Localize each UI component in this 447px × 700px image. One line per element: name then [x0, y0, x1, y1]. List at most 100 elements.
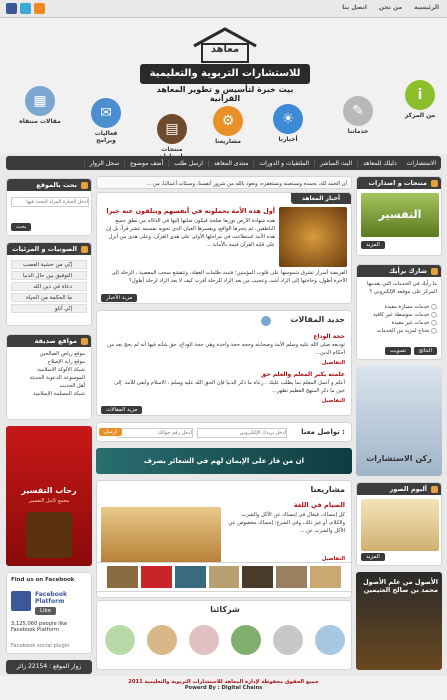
book-image	[26, 512, 72, 558]
header-link-services[interactable]: ✎ خدماتنا	[336, 96, 380, 135]
nav-item-add-topic[interactable]: أضف موضوع	[124, 159, 168, 167]
audio-item[interactable]: إنّي أتلو	[11, 304, 87, 313]
contact-send-button[interactable]: ارسل	[99, 428, 122, 436]
nav-item-send-request[interactable]: ارسل طلب	[168, 159, 208, 167]
header-link-events[interactable]: ✉ فعاليات وبرامج	[84, 98, 128, 144]
article-more-link[interactable]: التفاصيل	[322, 359, 345, 367]
partner-logo[interactable]	[231, 625, 261, 655]
nav-item-live[interactable]: البث المباشر	[314, 159, 357, 167]
contact-email-input[interactable]	[197, 428, 287, 438]
pen-icon: ✎	[343, 96, 373, 126]
photo-album-image[interactable]	[361, 499, 439, 551]
search-button[interactable]: بحث	[11, 223, 32, 231]
tafsir-ad[interactable]: رحاب التفسير مجمع كامل التفسير	[6, 426, 92, 566]
top-links: اتصل بنا من نحن الرئيسية	[342, 4, 439, 11]
project-thumbnail[interactable]	[140, 566, 172, 588]
friend-sites-title: مواقع صديقة	[7, 335, 91, 347]
article-more-link[interactable]: التفاصيل	[322, 397, 345, 405]
poll-option[interactable]: ◯ خدمات ممتازة مفيدة	[359, 303, 438, 311]
gear-icon: ⚙	[213, 106, 243, 136]
nav-item-guide[interactable]: دليلك للمعاهد	[357, 159, 402, 167]
friend-site-link[interactable]: أهل الحديث	[13, 382, 85, 390]
project-thumbnail[interactable]	[208, 566, 240, 588]
friend-site-link[interactable]: شبكة المسلمة الإسلامية	[13, 390, 85, 398]
poll-option[interactable]: ◯ خدمات غير مفيدة	[359, 319, 438, 327]
footer: جميع الحقوق محفوظة لإدارة المعاهد للاستش…	[0, 676, 447, 700]
logo-banner[interactable]: للاستشارات التربوية والتعليمية	[140, 64, 310, 84]
project-thumbnail[interactable]	[242, 566, 274, 588]
audio-item[interactable]: التوفيق بين حال الدنيا	[11, 271, 87, 280]
contact-box: تواصل معنا : ارسل	[96, 422, 352, 442]
nav-item-courses[interactable]: الملتقيات و الدورات	[253, 159, 314, 167]
header-link-articles[interactable]: ▦ مقالات منتقاه	[18, 86, 62, 125]
poll-vote-button[interactable]: تصويت	[384, 347, 411, 355]
friend-site-link[interactable]: شبكة الألوكة الاسلامية	[13, 366, 85, 374]
rss-icon[interactable]	[34, 3, 45, 14]
book-ad[interactable]: الأصول من علم الأصول محمد بن صالح العثيم…	[356, 572, 442, 670]
article-title[interactable]: حجة الوداع	[105, 333, 345, 341]
logo-subtitle: بيت خبرة لتأسيس و تطوير المعاهد القرآنية	[156, 85, 294, 103]
project-image[interactable]	[101, 507, 221, 567]
nav-item-forum[interactable]: منتدى المعاهد	[207, 159, 254, 167]
photo-album-title: ألبوم الصور	[357, 483, 441, 495]
poll-option[interactable]: ◯ نحتاج لمزيد من الخدمات	[359, 327, 437, 335]
facebook-box: Find us on Facebook Facebook Platform Li…	[6, 572, 92, 654]
nav-item-visitors[interactable]: سجل الزوار	[83, 159, 125, 167]
news-image[interactable]	[279, 207, 347, 267]
header-link-about[interactable]: i من المركز	[398, 80, 442, 119]
project-thumbnail[interactable]	[276, 566, 308, 588]
products-more-button[interactable]: المزيد	[361, 241, 385, 249]
audio-item[interactable]: دعاة في دين الله	[11, 282, 87, 291]
more-news-button[interactable]: مزيد الأخبار	[101, 294, 138, 302]
partner-logo[interactable]	[315, 625, 345, 655]
verse-banner[interactable]: ان من فاز على الإيمان لهم في الشعائر بصر…	[96, 448, 352, 474]
top-link-about[interactable]: من نحن	[379, 4, 402, 11]
news-body: هذه شهادة الأرض توزيعا صلحة فيكون صلتها …	[106, 218, 275, 248]
nav-item-consultations[interactable]: الاستشارات	[402, 160, 441, 167]
top-link-contact[interactable]: اتصل بنا	[342, 4, 367, 11]
article-title[interactable]: علمته يكبر المعلم والعلم حق	[105, 371, 345, 379]
search-box-title: بحث بالموقع	[7, 179, 91, 191]
friend-site-link[interactable]: الموسوعة الدعوية الحديثة	[13, 374, 85, 382]
facebook-icon[interactable]	[6, 3, 17, 14]
partner-logo[interactable]	[105, 625, 135, 655]
friend-site-link[interactable]: موقع راية الإصلاح	[13, 358, 85, 366]
products-banner[interactable]: التفسير	[361, 193, 439, 237]
photo-album-more-button[interactable]: المزيد	[361, 553, 385, 561]
project-thumbnail[interactable]	[174, 566, 206, 588]
twitter-icon[interactable]	[20, 3, 31, 14]
header: معاهد للاستشارات التربوية والتعليمية بيت…	[0, 18, 447, 160]
search-box: بحث بالموقع بحث	[6, 178, 92, 236]
friend-site-link[interactable]: موقع رياض الصالحين	[13, 350, 85, 358]
facebook-logo-icon	[11, 591, 31, 611]
photo-album-box: ألبوم الصور المزيد	[356, 482, 442, 566]
news-box-title: أخبار المعاهد	[291, 193, 351, 204]
audio-item[interactable]: إنّي من خشية الغضب	[11, 260, 87, 269]
more-articles-button[interactable]: مزيد المقالات	[101, 406, 143, 414]
header-link-products[interactable]: ▤ منتجات وإصدارات	[150, 114, 194, 160]
news-headline[interactable]: أول هذه الأمة بحملونه في أنفسهم ويتلقون …	[103, 207, 275, 215]
header-link-news[interactable]: ☀ أخبارنا	[266, 104, 310, 143]
project-thumbnail[interactable]	[107, 566, 138, 588]
project-body: كل إمساك، فيقال في إمساك عن الأكل والشرب…	[228, 512, 345, 534]
partner-logo[interactable]	[273, 625, 303, 655]
contact-phone-input[interactable]	[117, 428, 193, 438]
search-input[interactable]	[11, 197, 89, 207]
top-link-home[interactable]: الرئيسية	[414, 4, 439, 11]
partner-logo[interactable]	[189, 625, 219, 655]
audio-item[interactable]: ما الحكمة من الحياة	[11, 293, 87, 302]
partner-logo[interactable]	[147, 625, 177, 655]
facebook-page-name[interactable]: Facebook Platform	[35, 591, 85, 605]
poll-option[interactable]: ◯ خدمات متوسطة غير كافية	[359, 311, 437, 319]
header-link-projects[interactable]: ⚙ مشاريعنا	[206, 106, 250, 145]
poll-results-button[interactable]: النتائج	[413, 347, 437, 355]
project-thumbnail[interactable]	[310, 566, 342, 588]
products-box-title: منتجات و اصدارات	[357, 177, 441, 189]
audio-box-title: الصوتيات و المرئيات	[7, 243, 91, 255]
facebook-like-button[interactable]: Like	[35, 607, 56, 615]
ticker-bar: أن الحمد لله، نحمده ونستعينه ونستغفره، و…	[96, 176, 352, 189]
articles-box: جديد المقالات حجة الوداع توديعه صلى الله…	[96, 310, 352, 416]
footer-powered-by[interactable]: Powerd By : Digital Chains	[0, 685, 447, 691]
consultations-banner[interactable]: ركن الاستشارات	[356, 366, 442, 476]
project-headline[interactable]: الصيام في اللغة	[225, 501, 345, 509]
